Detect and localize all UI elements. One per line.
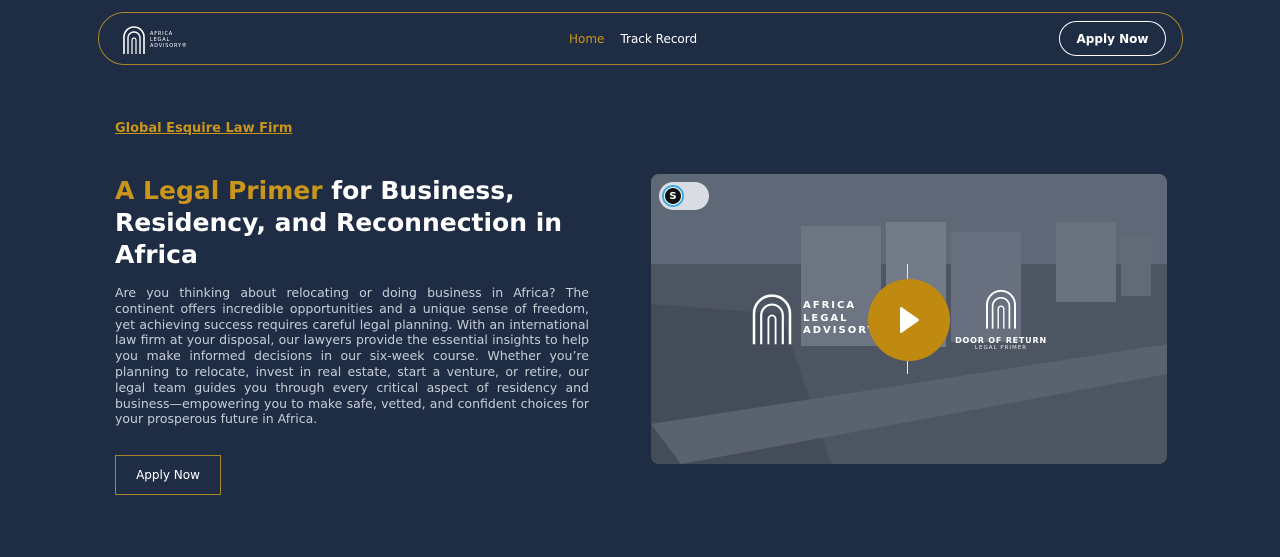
hero-description: Are you thinking about relocating or doi… [115, 285, 589, 427]
brand-logo[interactable]: AFRICA LEGAL ADVISORY® [122, 25, 188, 55]
hero-headline: A Legal Primer for Business, Residency, … [115, 175, 585, 271]
brand-logo-text: AFRICA LEGAL ADVISORY® [150, 31, 188, 49]
video-brand-line: ADVISORY [803, 325, 877, 337]
brand-line: ADVISORY® [150, 43, 188, 49]
video-brand-logo: AFRICA LEGAL ADVISORY [749, 292, 877, 346]
nav-apply-now-button[interactable]: Apply Now [1059, 21, 1166, 56]
toggle-knob: S [662, 185, 684, 207]
door-title: DOOR OF RETURN [955, 336, 1047, 345]
arch-logo-icon [123, 26, 145, 54]
video-brand-line: LEGAL [803, 312, 849, 324]
door-subtitle: LEGAL PRIMER [974, 345, 1028, 351]
nav-link-track-record[interactable]: Track Record [620, 32, 697, 46]
firm-link[interactable]: Global Esquire Law Firm [115, 121, 292, 136]
door-arch-icon [986, 289, 1016, 329]
video-brand-line: AFRICA [803, 300, 857, 312]
play-button[interactable] [868, 279, 950, 361]
s-badge-icon: S [665, 188, 681, 204]
video-player[interactable]: S AFRICA LEGAL ADVISORY DOOR OF RETURN L… [651, 174, 1167, 464]
nav-links: Home Track Record [569, 32, 697, 46]
headline-highlight: A Legal Primer [115, 176, 323, 205]
arch-logo-icon [752, 294, 792, 345]
top-navbar: AFRICA LEGAL ADVISORY® Home Track Record… [98, 12, 1183, 65]
nav-link-home[interactable]: Home [569, 32, 604, 46]
door-of-return-logo: DOOR OF RETURN LEGAL PRIMER [951, 288, 1051, 351]
hero-apply-now-button[interactable]: Apply Now [115, 455, 221, 495]
video-brand-text: AFRICA LEGAL ADVISORY [803, 300, 877, 338]
play-icon [900, 307, 919, 333]
visibility-toggle[interactable]: S [659, 182, 709, 210]
